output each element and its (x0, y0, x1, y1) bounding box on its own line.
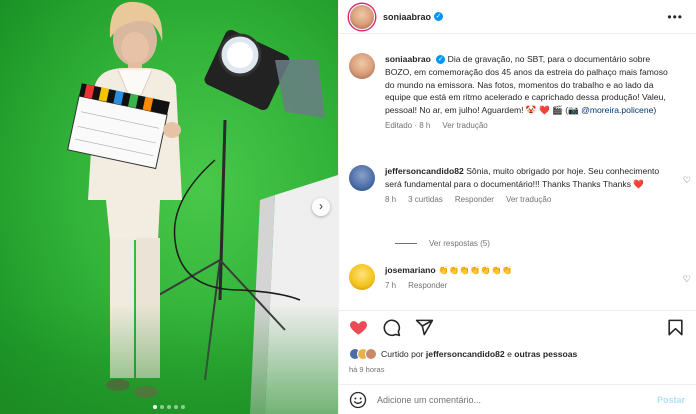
liked-by-others[interactable]: outras pessoas (514, 349, 577, 359)
caption-translate-link[interactable]: Ver tradução (442, 121, 487, 130)
verified-badge-icon: ✓ (434, 12, 444, 21)
comment-likes[interactable]: 3 curtidas (408, 195, 443, 204)
caption-credit-suffix: ) (653, 105, 657, 116)
share-send-icon[interactable] (415, 318, 434, 337)
comment-reply-link[interactable]: Responder (455, 195, 494, 204)
like-heart-icon[interactable] (349, 318, 368, 337)
post-sidebar: soniaabrao ✓ ••• soniaabrao ✓ Dia de gra… (338, 0, 696, 414)
carousel-dot[interactable] (174, 405, 178, 409)
carousel-next-button[interactable]: › (312, 198, 330, 216)
comment-bubble-icon[interactable] (382, 318, 401, 337)
comment-time: 8 h (385, 194, 397, 204)
author-avatar[interactable] (349, 3, 375, 30)
verified-badge-icon: ✓ (436, 55, 446, 65)
comment-input[interactable] (377, 395, 637, 405)
comment-text: jeffersoncandido82 Sônia, muito obrigado… (385, 165, 677, 191)
action-icons (349, 318, 434, 337)
view-replies-button[interactable]: Ver respostas (5) (395, 239, 490, 248)
comment-avatar[interactable] (349, 264, 375, 290)
comment-meta: 7 h Responder (385, 281, 677, 290)
view-replies-label: Ver respostas (5) (429, 239, 490, 248)
post-media[interactable]: › (0, 0, 338, 414)
liked-by-prefix: Curtido por (381, 349, 424, 359)
liked-by-suffix: e (507, 349, 512, 359)
post-comment-button[interactable]: Postar (657, 395, 685, 405)
comment-time: 7 h (385, 280, 397, 290)
more-options-icon[interactable]: ••• (667, 10, 683, 24)
caption-text: soniaabrao ✓ Dia de gravação, no SBT, pa… (385, 53, 677, 117)
comments-list[interactable]: soniaabrao ✓ Dia de gravação, no SBT, pa… (339, 35, 696, 310)
replies-line (395, 243, 417, 244)
author-username[interactable]: soniaabrao (383, 12, 431, 22)
comment-like-heart-icon[interactable]: ♡ (683, 274, 691, 285)
caption-avatar[interactable] (349, 53, 375, 79)
post-header: soniaabrao ✓ ••• (339, 0, 696, 34)
carousel-dot[interactable] (160, 405, 164, 409)
caption-credit-prefix: (📷 (565, 105, 579, 116)
caption: soniaabrao ✓ Dia de gravação, no SBT, pa… (349, 53, 679, 130)
comment-text: josemariano 👏👏👏👏👏👏👏 (385, 264, 677, 277)
add-comment-bar: Postar (339, 384, 696, 414)
carousel-dot[interactable] (153, 405, 157, 409)
post-time-ago[interactable]: há 9 horas (349, 365, 384, 374)
bookmark-icon[interactable] (666, 318, 685, 337)
liked-by-text: Curtido por jeffersoncandido82 e outras … (381, 349, 577, 359)
carousel-dots (0, 405, 338, 409)
comment-item: jeffersoncandido82 Sônia, muito obrigado… (349, 165, 679, 204)
caption-credit-link[interactable]: @moreira.policene (581, 105, 653, 115)
comment-username[interactable]: josemariano (385, 265, 436, 275)
caption-meta: Editado · 8 h Ver tradução (385, 121, 677, 130)
comment-meta: 8 h 3 curtidas Responder Ver tradução (385, 195, 677, 204)
comment-like-heart-icon[interactable]: ♡ (683, 175, 691, 186)
caption-time: Editado · 8 h (385, 120, 431, 130)
post-actions: Curtido por jeffersoncandido82 e outras … (339, 310, 696, 414)
carousel-dot[interactable] (167, 405, 171, 409)
comment-username[interactable]: jeffersoncandido82 (385, 166, 464, 176)
comment-item: josemariano 👏👏👏👏👏👏👏 7 h Responder (349, 264, 679, 290)
emoji-smiley-icon[interactable] (349, 391, 367, 409)
comment-avatar[interactable] (349, 165, 375, 191)
post-modal: › soniaabrao ✓ ••• soniaabrao ✓ Dia de g… (0, 0, 696, 414)
caption-username[interactable]: soniaabrao (385, 54, 431, 64)
comment-translate-link[interactable]: Ver tradução (506, 195, 551, 204)
floor-shadow (0, 304, 338, 414)
liker-avatar (365, 348, 377, 360)
comment-reply-link[interactable]: Responder (408, 281, 447, 290)
liked-by-user[interactable]: jeffersoncandido82 (426, 349, 505, 359)
carousel-dot[interactable] (181, 405, 185, 409)
comment-body: 👏👏👏👏👏👏👏 (438, 265, 513, 275)
liked-by: Curtido por jeffersoncandido82 e outras … (349, 348, 577, 360)
